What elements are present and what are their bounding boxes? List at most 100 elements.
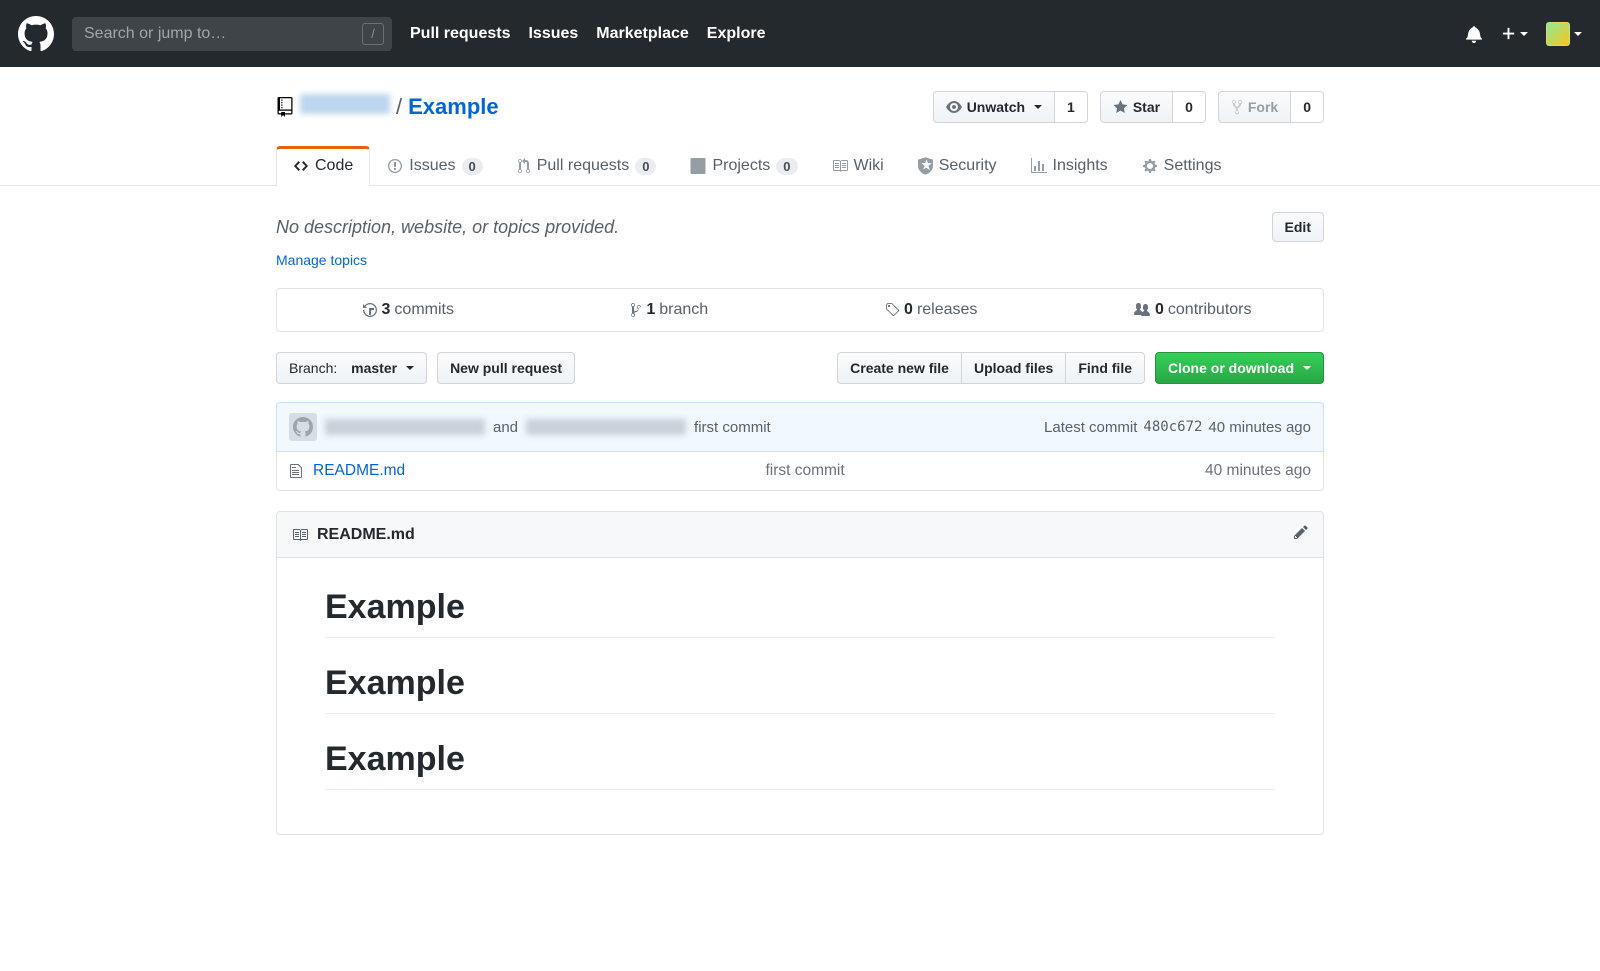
nav-marketplace[interactable]: Marketplace: [596, 25, 689, 43]
commit-relative-time: 40 minutes ago: [1208, 419, 1311, 436]
repo-description-row: No description, website, or topics provi…: [276, 212, 1324, 242]
global-search: /: [72, 17, 392, 51]
graph-icon: [1031, 158, 1047, 174]
gear-icon: [1142, 158, 1158, 174]
edit-readme-button[interactable]: [1293, 524, 1309, 545]
commit-coauthor-redacted: [526, 419, 686, 435]
latest-commit-label: Latest commit: [1044, 419, 1137, 436]
chevron-down-icon: [1574, 32, 1582, 36]
watch-count[interactable]: 1: [1055, 91, 1088, 123]
user-menu-dropdown[interactable]: [1546, 22, 1582, 46]
eye-icon: [946, 99, 962, 115]
readme-filename: README.md: [317, 526, 415, 544]
tab-wiki[interactable]: Wiki: [815, 146, 901, 186]
nav-issues[interactable]: Issues: [528, 25, 578, 43]
edit-description-button[interactable]: Edit: [1272, 212, 1324, 242]
create-new-file-button[interactable]: Create new file: [837, 352, 961, 384]
tab-pull-requests[interactable]: Pull requests 0: [500, 146, 674, 186]
pulls-count-badge: 0: [635, 158, 656, 175]
mark-github-icon: [18, 16, 54, 52]
tag-icon: [884, 302, 900, 318]
repo-name-link[interactable]: Example: [408, 94, 499, 120]
repo-separator: /: [396, 94, 402, 120]
avatar: [1546, 22, 1570, 46]
book-icon: [291, 527, 309, 543]
chevron-down-icon: [1034, 105, 1042, 109]
star-button[interactable]: Star: [1100, 91, 1173, 123]
create-new-dropdown[interactable]: [1501, 26, 1528, 41]
notifications-button[interactable]: [1465, 25, 1483, 43]
pencil-icon: [1293, 524, 1309, 540]
code-icon: [293, 158, 309, 174]
header-right: [1465, 22, 1582, 46]
search-input[interactable]: [72, 17, 392, 51]
readme-box: README.md Example Example Example: [276, 511, 1324, 835]
stats-branches[interactable]: 1branch: [539, 289, 801, 331]
global-nav: Pull requests Issues Marketplace Explore: [410, 25, 765, 43]
branch-select-button[interactable]: Branch: master: [276, 352, 427, 384]
stats-contributors[interactable]: 0contributors: [1062, 289, 1324, 331]
chevron-down-icon: [1303, 366, 1311, 370]
repo-actions: Unwatch 1 Star 0 Fork: [933, 91, 1324, 123]
fork-button[interactable]: Fork: [1218, 91, 1291, 123]
nav-explore[interactable]: Explore: [707, 25, 766, 43]
commit-message-link[interactable]: first commit: [694, 419, 771, 436]
project-icon: [690, 158, 706, 174]
stats-releases[interactable]: 0releases: [800, 289, 1062, 331]
issues-count-badge: 0: [462, 158, 483, 175]
file-name-link[interactable]: README.md: [313, 462, 405, 480]
tab-issues[interactable]: Issues 0: [370, 146, 499, 186]
history-icon: [362, 302, 378, 318]
plus-icon: [1501, 26, 1516, 41]
star-icon: [1113, 99, 1128, 115]
global-header: / Pull requests Issues Marketplace Explo…: [0, 0, 1600, 67]
repo-title: / Example: [276, 94, 499, 120]
readme-heading: Example: [325, 740, 1275, 790]
tab-security[interactable]: Security: [901, 146, 1014, 186]
find-file-button[interactable]: Find file: [1065, 352, 1145, 384]
files-table: README.md first commit 40 minutes ago: [276, 452, 1324, 491]
repo-forked-icon: [1231, 99, 1243, 115]
manage-topics-link[interactable]: Manage topics: [276, 252, 367, 268]
projects-count-badge: 0: [776, 158, 797, 175]
stats-commits[interactable]: 3commits: [277, 289, 539, 331]
file-commit-message[interactable]: first commit: [405, 462, 1205, 480]
github-logo[interactable]: [18, 16, 54, 52]
issue-opened-icon: [387, 158, 403, 174]
repo-icon: [276, 97, 294, 117]
chevron-down-icon: [1520, 32, 1528, 36]
slash-key-hint-icon: /: [362, 23, 384, 45]
mark-github-icon: [293, 417, 313, 437]
repo-owner-link[interactable]: [300, 94, 390, 120]
commit-avatar[interactable]: [289, 413, 317, 441]
author-and-text: and: [493, 419, 518, 436]
book-icon: [832, 158, 848, 174]
readme-content: Example Example Example: [277, 558, 1323, 834]
new-pull-request-button[interactable]: New pull request: [437, 352, 575, 384]
readme-header: README.md: [277, 512, 1323, 558]
commit-author-redacted: [325, 419, 485, 435]
fork-count[interactable]: 0: [1291, 91, 1324, 123]
tab-insights[interactable]: Insights: [1014, 146, 1125, 186]
file-navigation: Branch: master New pull request Create n…: [276, 352, 1324, 384]
file-relative-time: 40 minutes ago: [1205, 462, 1311, 480]
chevron-down-icon: [406, 366, 414, 370]
git-pull-request-icon: [517, 158, 531, 174]
readme-heading: Example: [325, 588, 1275, 638]
star-count[interactable]: 0: [1173, 91, 1206, 123]
tab-code[interactable]: Code: [276, 146, 370, 186]
tab-settings[interactable]: Settings: [1125, 146, 1239, 186]
unwatch-button[interactable]: Unwatch: [933, 91, 1055, 123]
commit-sha-link[interactable]: 480c672: [1143, 419, 1202, 435]
upload-files-button[interactable]: Upload files: [961, 352, 1065, 384]
clone-download-button[interactable]: Clone or download: [1155, 352, 1324, 384]
shield-icon: [918, 157, 933, 175]
repo-description: No description, website, or topics provi…: [276, 217, 619, 238]
repo-tabs: Code Issues 0 Pull requests 0 Projects 0…: [0, 145, 1600, 186]
file-icon: [289, 463, 303, 479]
bell-icon: [1465, 25, 1483, 43]
nav-pull-requests[interactable]: Pull requests: [410, 25, 510, 43]
readme-heading: Example: [325, 664, 1275, 714]
repo-stats-bar: 3commits 1branch 0releases 0contributors: [276, 288, 1324, 332]
tab-projects[interactable]: Projects 0: [673, 146, 814, 186]
